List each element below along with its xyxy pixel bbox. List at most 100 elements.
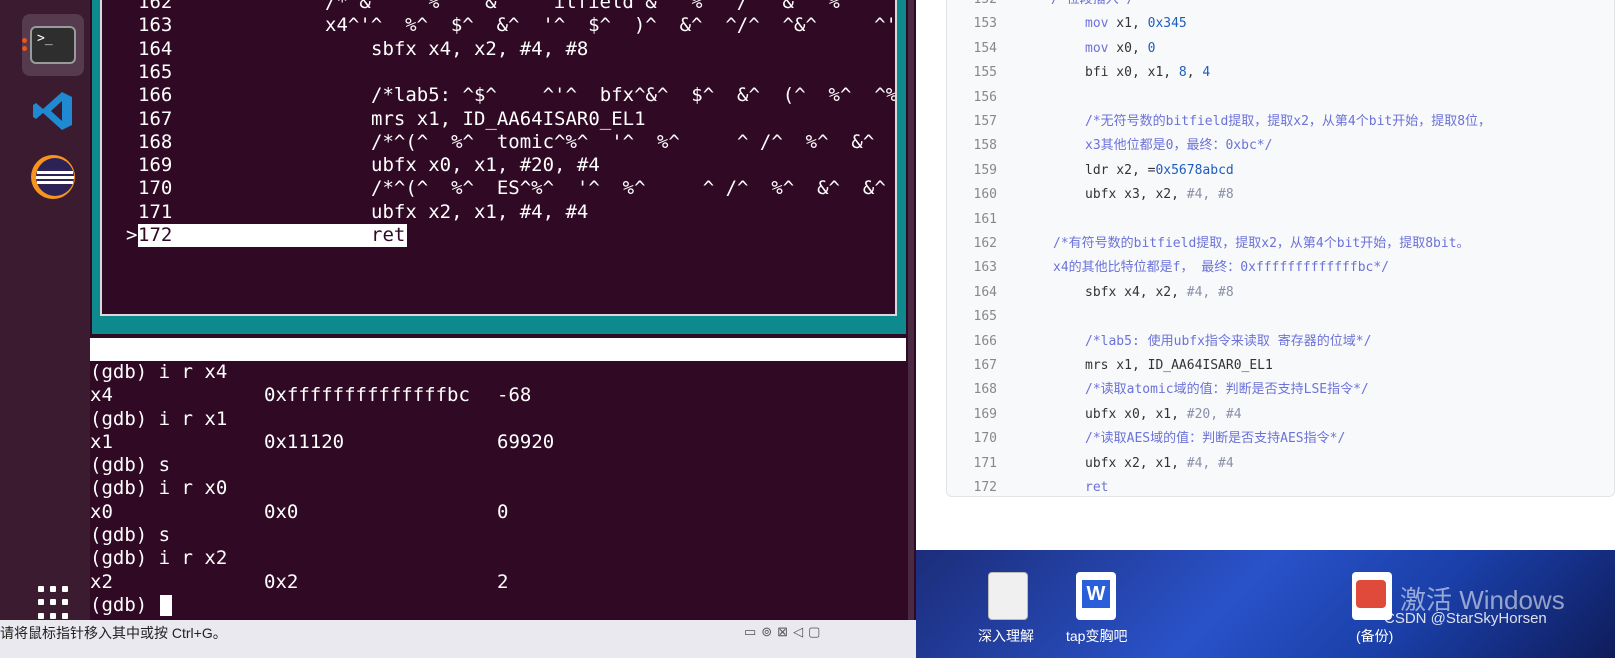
code-token: x4的其他比特位都是f， 最终：0xfffffffffffffbc*/ (1053, 260, 1390, 276)
desktop-icon-label[interactable]: (备份) (1356, 626, 1393, 646)
register-decimal-value: 69920 (497, 430, 555, 453)
text-cursor (160, 594, 172, 616)
current-line-marker: > (126, 224, 138, 246)
vscode-launcher[interactable] (22, 80, 84, 142)
code-token: mov (1085, 40, 1109, 56)
gdb-output-text: (gdb) i r x0 (90, 477, 228, 500)
csdn-credit: CSDN @StarSkyHorsen (1384, 610, 1547, 627)
gdb-output-line: x4 0xffffffffffffffbc -68 (90, 384, 906, 407)
code-line-number: 167 (973, 358, 997, 373)
source-line-code: mrs x1, ID_AA64ISAR0_EL1 (371, 107, 646, 130)
code-line-text: mrs x1, ID_AA64ISAR0_EL1 (1085, 354, 1273, 378)
code-token: #4, #8 (1186, 187, 1234, 203)
source-line-code: ret (371, 224, 406, 247)
code-line-text: ubfx x2, x1, #4, #4 (1085, 452, 1234, 476)
source-line-number: 166 (138, 84, 173, 107)
gdb-output-line: (gdb) s (90, 524, 906, 547)
code-line-text: bfi x0, x1, 8, 4 (1085, 61, 1210, 85)
gdb-output-line: (gdb) i r x2 (90, 547, 906, 570)
code-token: /*有符号数的bitfield提取，提取x2，从第4个bit开始，提取8bit。 (1053, 236, 1470, 251)
code-line-number: 156 (973, 89, 997, 105)
code-line-text: ret (1085, 476, 1108, 496)
code-line-text: ubfx x0, x1, #20, #4 (1085, 403, 1242, 427)
desktop-icon-label[interactable]: tap变胸吧 (1066, 626, 1127, 646)
terminal-window[interactable]: 162 /* & %^ & itfield &^ %^ / &^ %^ 163 x4^… (90, 0, 916, 620)
code-token: , (1186, 65, 1203, 81)
code-line-number: 166 (973, 333, 997, 349)
code-token: /*lab5: 使用ubfx指令来读取 寄存器的位域*/ (1085, 333, 1372, 349)
code-token: /*位段插入*/ (1051, 0, 1134, 7)
source-line-code: /*^(^ %^ tomic^%^ '^ %^ ^ /^ %^ &^ & (371, 130, 897, 153)
source-line: 162 /* & %^ & itfield &^ %^ / &^ %^ (102, 0, 895, 14)
code-token: /*读取atomic域的值：判断是否支持LSE指令*/ (1085, 382, 1369, 398)
code-token: #4, #4 (1186, 455, 1234, 471)
gdb-output-line: (gdb) i r x4 (90, 361, 906, 384)
eclipse-launcher[interactable] (22, 146, 84, 208)
code-line: 157 /*无符号数的bitfield提取，提取x2，从第4个bit开始，提取8位… (947, 110, 1614, 134)
code-line: 169 ubfx x0, x1, #20, #4 (947, 403, 1614, 427)
code-line-text: /*lab5: 使用ubfx指令来读取 寄存器的位域*/ (1085, 330, 1371, 354)
source-line: 164 sbfx x4, x2, #4, #8 (102, 38, 895, 61)
windows-desktop: 深入理解 W tap变胸吧 (备份) 激活 Windows CSDN @Star… (916, 550, 1615, 658)
source-line-number: 170 (138, 177, 173, 200)
source-line-number: 171 (138, 200, 173, 223)
code-line-number: 172 (973, 480, 997, 495)
code-token: #4, #8 (1186, 284, 1234, 300)
code-line-text: mov x1, 0x345 (1085, 12, 1187, 36)
desktop-icon-label[interactable]: 深入理解 (978, 626, 1034, 646)
terminal-icon: >_ (30, 26, 76, 64)
code-token: mov (1085, 16, 1109, 32)
vm-device-icons[interactable]: ▭⊚⊠◁▢ (744, 624, 825, 640)
code-token: x1, (1108, 16, 1148, 32)
source-line: 163 x4^'^ %^ $^ &^ '^ $^ )^ &^ ^/^ ^&^ ^' (102, 14, 895, 37)
code-line: 163 x4的其他比特位都是f， 最终：0xfffffffffffffbc*/ (947, 256, 1614, 280)
code-token: ubfx x2, x1, (1085, 455, 1187, 471)
source-line-code: /*lab5: ^$^ ^'^ bfx^&^ $^ &^ (^ %^ ^% (371, 84, 897, 107)
gdb-output-line: (gdb) (90, 594, 906, 617)
code-line: 167 mrs x1, ID_AA64ISAR0_EL1 (947, 354, 1614, 378)
code-line-text: /*读取atomic域的值：判断是否支持LSE指令*/ (1085, 378, 1369, 402)
code-line-number: 161 (973, 211, 997, 227)
terminal-launcher[interactable]: >_ (22, 14, 84, 76)
code-line: 166 /*lab5: 使用ubfx指令来读取 寄存器的位域*/ (947, 330, 1614, 354)
code-line-text: ldr x2, =0x5678abcd (1085, 159, 1234, 183)
code-line-text: x4的其他比特位都是f， 最终：0xfffffffffffffbc*/ (1053, 256, 1389, 280)
register-hex-value: 0xffffffffffffffbc (264, 384, 470, 407)
source-line: 168 /*^(^ %^ tomic^%^ '^ %^ ^ /^ %^ &^ & (102, 130, 897, 154)
code-line: 158 x3其他位都是0，最终：0xbc*/ (947, 134, 1614, 158)
register-hex-value: 0x11120 (264, 430, 345, 453)
word-icon[interactable]: W (1076, 572, 1116, 620)
code-token: ubfx x3, x2, (1085, 187, 1187, 203)
vm-status-bar: 请将鼠标指针移入其中或按 Ctrl+G。 ▭⊚⊠◁▢ (0, 620, 920, 658)
gdb-output-line: x2 0x2 2 (90, 571, 906, 594)
gdb-output-text: (gdb) s (90, 524, 171, 547)
code-line: 153 mov x1, 0x345 (947, 12, 1614, 36)
gdb-status-bar: remote Thread 1.1 In: bitfield_test L172… (90, 338, 906, 406)
source-line: 165 (102, 61, 895, 84)
gdb-command-output[interactable]: (gdb) i r x4 x4 0xffffffffffffffbc -68 (gdb)… (90, 361, 906, 617)
code-line-number: 169 (973, 406, 997, 422)
code-token: ldr x2, = (1085, 162, 1156, 178)
running-indicator (22, 38, 27, 43)
code-token: 0 (1147, 40, 1156, 56)
gdb-output-text: (gdb) i r x2 (90, 547, 228, 570)
code-token: #20, #4 (1186, 406, 1242, 422)
code-line: 172 ret (947, 476, 1614, 496)
code-line-number: 168 (973, 382, 997, 398)
code-line-text: ubfx x3, x2, #4, #8 (1085, 183, 1234, 207)
gdb-output-line: (gdb) i r x0 (90, 477, 906, 500)
code-block: 152/*位段插入*/153mov x1, 0x345154mov x0, 01… (946, 0, 1615, 497)
code-line-number: 153 (973, 16, 997, 32)
code-line-number: 164 (973, 284, 997, 300)
code-token: 8 (1178, 65, 1187, 81)
document-icon[interactable] (988, 572, 1028, 620)
source-line: >172 ret (102, 224, 895, 247)
register-hex-value: 0x0 (264, 500, 299, 523)
eclipse-icon (31, 155, 75, 199)
code-line: 168 /*读取atomic域的值：判断是否支持LSE指令*/ (947, 378, 1614, 402)
terminal-scrollbar[interactable] (908, 0, 914, 620)
code-token: 4 (1202, 65, 1211, 81)
code-line-number: 152 (971, 0, 997, 12)
code-line-number: 160 (973, 187, 997, 203)
show-apps-icon[interactable] (38, 586, 72, 620)
